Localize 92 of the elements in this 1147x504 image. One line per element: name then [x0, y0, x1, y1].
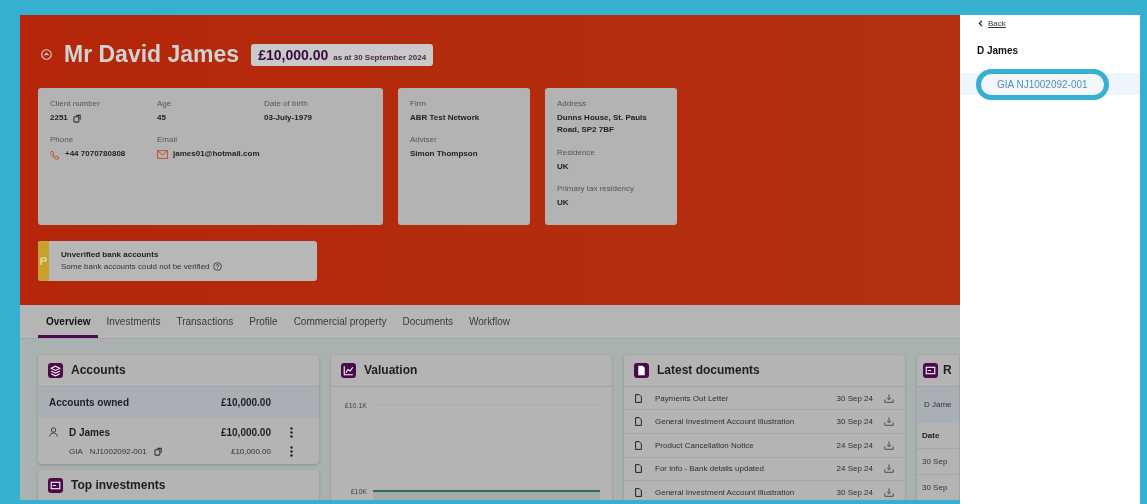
field-value: +44 7070780808 — [65, 148, 126, 161]
account-type: GIA — [69, 446, 83, 456]
owner-value: £10,000.00 — [220, 426, 271, 438]
flag-icon — [40, 257, 47, 265]
document-row[interactable]: Product Cancellation Notice 24 Sep 24 — [624, 434, 905, 458]
document-date: 30 Sep 24 — [836, 393, 873, 403]
document-icon — [635, 393, 642, 403]
tab[interactable]: Commercial property — [285, 304, 395, 338]
document-row[interactable]: General Investment Account Illustration 30 Sep 24 — [624, 481, 905, 500]
panel-title: Top investments — [71, 478, 166, 493]
owner-name: D Jame — [924, 400, 952, 410]
tab[interactable]: Profile — [241, 304, 286, 338]
document-date: 30 Sep 24 — [836, 417, 873, 427]
phone-icon — [50, 149, 60, 160]
document-icon — [635, 488, 642, 498]
copy-icon[interactable] — [153, 446, 163, 456]
document-name: General Investment Account Illustration — [655, 417, 796, 427]
panel-icon — [634, 362, 649, 378]
document-date: 24 Sep 24 — [836, 464, 873, 474]
owner-name: D James — [69, 426, 111, 438]
account-value: £10,000.00 — [230, 446, 271, 456]
field-label: Residence — [557, 147, 596, 157]
document-date: 30 Sep 24 — [836, 488, 873, 498]
more-icon[interactable] — [290, 426, 293, 438]
download-icon[interactable] — [884, 464, 894, 474]
download-icon[interactable] — [884, 417, 894, 427]
copy-icon[interactable] — [72, 113, 82, 123]
tab[interactable]: Documents — [394, 304, 462, 338]
document-row[interactable]: Payments Out Letter 30 Sep 24 — [624, 386, 905, 411]
field-value: UK — [557, 160, 569, 173]
field-value: UK — [557, 197, 569, 210]
summary-value: £10,000.00 — [220, 396, 271, 408]
balance-date: as at 30 September 2024 — [333, 52, 427, 62]
panel-title: Latest documents — [657, 363, 760, 378]
tab[interactable]: Overview — [38, 304, 99, 338]
tab[interactable]: Investments — [98, 304, 169, 338]
field-label: Client number — [50, 99, 101, 108]
field-label: Age — [157, 99, 173, 108]
panel-heading: D James — [977, 45, 1020, 56]
field-label: Date of birth — [264, 99, 309, 108]
panel-title: Valuation — [364, 363, 418, 378]
download-icon[interactable] — [884, 393, 894, 403]
field-value: 03-July-1979 — [264, 112, 313, 124]
field-label: Adviser — [410, 135, 438, 145]
document-icon — [635, 464, 642, 474]
panel-title: R — [943, 363, 952, 378]
chevron-left-icon[interactable] — [978, 20, 983, 27]
collapse-icon[interactable] — [41, 49, 52, 60]
document-icon — [635, 440, 642, 450]
download-icon[interactable] — [884, 440, 894, 450]
account-number[interactable]: NJ1002092-001 — [89, 446, 147, 456]
field-label: Firm — [410, 99, 427, 108]
download-icon[interactable] — [884, 488, 894, 498]
table-cell: 30 Sep — [922, 456, 948, 466]
document-icon — [635, 417, 642, 427]
panel-icon — [923, 362, 938, 378]
balance-amount: £10,000.00 — [258, 46, 329, 63]
tab[interactable]: Workflow — [461, 304, 518, 338]
field-label: Email — [157, 135, 178, 145]
summary-label: Accounts owned — [49, 396, 129, 408]
field-value: ABR Test Network — [410, 112, 480, 124]
table-cell: 30 Sep — [922, 482, 948, 492]
document-date: 24 Sep 24 — [836, 440, 873, 450]
column-header: Date — [922, 430, 940, 440]
account-item[interactable]: GIA NJ1002092-001 — [976, 68, 1109, 100]
field-label: Primary tax residency — [557, 184, 635, 194]
document-row[interactable]: For info - Bank details updated 24 Sep 24 — [624, 457, 905, 482]
field-value: james01@hotmail.com — [173, 148, 260, 161]
field-value: Dunns House, St. Pauls Road, SP2 7BF — [557, 112, 648, 137]
help-icon[interactable] — [212, 262, 222, 271]
field-value: 45 — [157, 112, 166, 124]
field-value: 2251 — [50, 112, 68, 124]
panel-icon — [341, 362, 356, 378]
client-name: Mr David James — [64, 41, 240, 68]
alert-title: Unverified bank accounts — [61, 250, 160, 259]
document-name: General Investment Account Illustration — [655, 488, 796, 498]
panel-icon — [48, 477, 63, 493]
mail-icon — [157, 150, 168, 160]
panel-title: Accounts — [71, 363, 126, 378]
field-value: Simon Thompson — [410, 148, 478, 161]
field-label: Address — [557, 99, 588, 108]
panel-icon — [48, 362, 63, 378]
alert-message: Some bank accounts could not be verified — [61, 262, 210, 271]
document-name: Payments Out Letter — [655, 393, 730, 403]
document-row[interactable]: General Investment Account Illustration 30 Sep 24 — [624, 410, 905, 435]
document-name: For info - Bank details updated — [655, 464, 765, 474]
back-link[interactable]: Back — [988, 19, 1006, 28]
person-icon — [49, 427, 58, 438]
document-name: Product Cancellation Notice — [655, 440, 755, 450]
field-label: Phone — [50, 135, 75, 145]
tab[interactable]: Transactions — [168, 304, 242, 338]
more-icon[interactable] — [290, 445, 293, 457]
